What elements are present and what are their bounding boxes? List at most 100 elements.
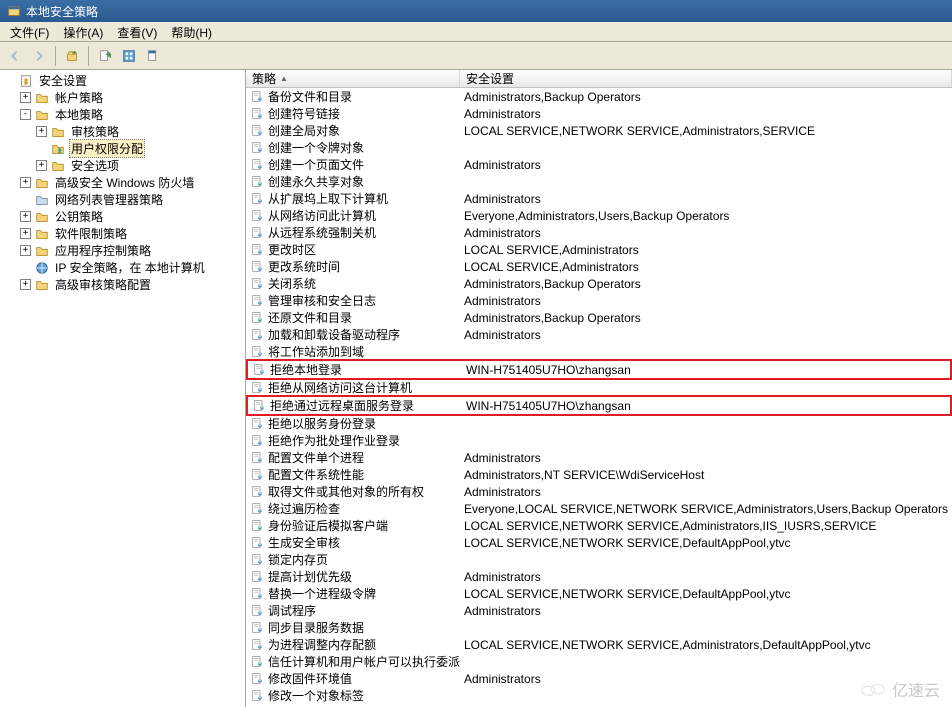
menu-help[interactable]: 帮助(H) [165, 23, 218, 40]
policy-name: 更改时区 [268, 241, 316, 258]
policy-row[interactable]: 生成安全审核LOCAL SERVICE,NETWORK SERVICE,Defa… [246, 534, 952, 551]
up-button[interactable] [61, 45, 83, 67]
tree-expander[interactable]: + [20, 211, 31, 222]
policy-name: 生成安全审核 [268, 534, 340, 551]
policy-row[interactable]: 从网络访问此计算机Everyone,Administrators,Users,B… [246, 207, 952, 224]
policy-row[interactable]: 身份验证后模拟客户端LOCAL SERVICE,NETWORK SERVICE,… [246, 517, 952, 534]
folder-icon [50, 158, 66, 174]
tree-expander[interactable]: + [20, 177, 31, 188]
policy-name-cell: 管理审核和安全日志 [246, 292, 460, 309]
policy-row[interactable]: 从远程系统强制关机Administrators [246, 224, 952, 241]
policy-row[interactable]: 创建符号链接Administrators [246, 105, 952, 122]
tree-item[interactable]: +审核策略 [36, 123, 245, 140]
policy-icon [250, 328, 264, 342]
policy-row[interactable]: 调试程序Administrators [246, 602, 952, 619]
policy-name-cell: 提高计划优先级 [246, 568, 460, 585]
tree-item-label: IP 安全策略，在 本地计算机 [53, 259, 207, 276]
policy-row[interactable]: 创建一个页面文件Administrators [246, 156, 952, 173]
forward-button[interactable] [28, 45, 50, 67]
policy-row[interactable]: 修改一个对象标签 [246, 687, 952, 704]
policy-icon [250, 209, 264, 223]
policy-name-cell: 生成安全审核 [246, 534, 460, 551]
policy-row[interactable]: 配置文件单个进程Administrators [246, 449, 952, 466]
policy-icon [250, 621, 264, 635]
policy-row[interactable]: 拒绝通过远程桌面服务登录WIN-H751405U7HO\zhangsan [248, 397, 950, 414]
policy-row[interactable]: 从扩展坞上取下计算机Administrators [246, 190, 952, 207]
policy-row[interactable]: 锁定内存页 [246, 551, 952, 568]
tree-item[interactable]: IP 安全策略，在 本地计算机 [20, 259, 245, 276]
policy-row[interactable]: 创建永久共享对象 [246, 173, 952, 190]
column-policy[interactable]: 策略 ▲ [246, 70, 460, 87]
refresh-button[interactable] [118, 45, 140, 67]
policy-row[interactable]: 创建一个令牌对象 [246, 139, 952, 156]
tree-item[interactable]: +帐户策略 [20, 89, 245, 106]
policy-row[interactable]: 修改固件环境值Administrators [246, 670, 952, 687]
policy-name-cell: 同步目录服务数据 [246, 619, 460, 636]
tree-root[interactable]: 安全设置 [4, 72, 245, 89]
tree-item-label: 用户权限分配 [69, 139, 145, 158]
policy-row[interactable]: 取得文件或其他对象的所有权Administrators [246, 483, 952, 500]
policy-name-cell: 绕过遍历检查 [246, 500, 460, 517]
tree-expander[interactable]: + [20, 228, 31, 239]
policy-row[interactable]: 同步目录服务数据 [246, 619, 952, 636]
policy-row[interactable]: 更改系统时间LOCAL SERVICE,Administrators [246, 258, 952, 275]
policy-row[interactable]: 管理审核和安全日志Administrators [246, 292, 952, 309]
policy-row[interactable]: 拒绝以服务身份登录 [246, 415, 952, 432]
policy-name-cell: 拒绝作为批处理作业登录 [246, 432, 460, 449]
tree-item[interactable]: 网络列表管理器策略 [20, 191, 245, 208]
policy-row[interactable]: 加载和卸载设备驱动程序Administrators [246, 326, 952, 343]
policy-row[interactable]: 拒绝从网络访问这台计算机 [246, 379, 952, 396]
policy-icon [250, 107, 264, 121]
policy-setting-cell: Administrators [460, 570, 952, 584]
policy-row[interactable]: 拒绝本地登录WIN-H751405U7HO\zhangsan [248, 361, 950, 378]
tree-item[interactable]: +软件限制策略 [20, 225, 245, 242]
help-button[interactable] [142, 45, 164, 67]
highlight-annotation: 拒绝本地登录WIN-H751405U7HO\zhangsan [246, 359, 952, 380]
policy-name: 绕过遍历检查 [268, 500, 340, 517]
policy-row[interactable]: 信任计算机和用户帐户可以执行委派 [246, 653, 952, 670]
policy-row[interactable]: 提高计划优先级Administrators [246, 568, 952, 585]
policy-row[interactable]: 拒绝作为批处理作业登录 [246, 432, 952, 449]
tree-item[interactable]: -本地策略 [20, 106, 245, 123]
policy-row[interactable]: 创建全局对象LOCAL SERVICE,NETWORK SERVICE,Admi… [246, 122, 952, 139]
policy-name-cell: 修改一个对象标签 [246, 687, 460, 704]
policy-name: 身份验证后模拟客户端 [268, 517, 388, 534]
policy-row[interactable]: 绕过遍历检查Everyone,LOCAL SERVICE,NETWORK SER… [246, 500, 952, 517]
tree-expander[interactable]: + [20, 279, 31, 290]
user-rights-icon [50, 141, 66, 157]
policy-row[interactable]: 为进程调整内存配额LOCAL SERVICE,NETWORK SERVICE,A… [246, 636, 952, 653]
tree-view[interactable]: 安全设置 +帐户策略-本地策略+审核策略用户权限分配+安全选项+高级安全 Win… [0, 70, 246, 707]
tree-item[interactable]: +安全选项 [36, 157, 245, 174]
back-button[interactable] [4, 45, 26, 67]
policy-setting-cell: Administrators [460, 672, 952, 686]
policy-list[interactable]: 策略 ▲ 安全设置 备份文件和目录Administrators,Backup O… [246, 70, 952, 707]
column-setting[interactable]: 安全设置 [460, 70, 952, 87]
policy-name: 创建符号链接 [268, 105, 340, 122]
tree-expander[interactable]: - [20, 109, 31, 120]
policy-row[interactable]: 替换一个进程级令牌LOCAL SERVICE,NETWORK SERVICE,D… [246, 585, 952, 602]
policy-row[interactable]: 关闭系统Administrators,Backup Operators [246, 275, 952, 292]
policy-row[interactable]: 配置文件系统性能Administrators,NT SERVICE\WdiSer… [246, 466, 952, 483]
menu-action[interactable]: 操作(A) [57, 23, 109, 40]
policy-row[interactable]: 更改时区LOCAL SERVICE,Administrators [246, 241, 952, 258]
policy-row[interactable]: 将工作站添加到域 [246, 343, 952, 360]
tree-expander[interactable]: + [36, 126, 47, 137]
menu-file[interactable]: 文件(F) [4, 23, 55, 40]
tree-item[interactable]: +高级审核策略配置 [20, 276, 245, 293]
menu-view[interactable]: 查看(V) [111, 23, 163, 40]
tree-item[interactable]: +公钥策略 [20, 208, 245, 225]
policy-icon [250, 226, 264, 240]
tree-item[interactable]: +高级安全 Windows 防火墙 [20, 174, 245, 191]
policy-row[interactable]: 备份文件和目录Administrators,Backup Operators [246, 88, 952, 105]
tree-expander[interactable]: + [20, 245, 31, 256]
tree-expander[interactable]: + [36, 160, 47, 171]
policy-name: 关闭系统 [268, 275, 316, 292]
tree-item[interactable]: 用户权限分配 [36, 140, 245, 157]
export-button[interactable] [94, 45, 116, 67]
tree-expander[interactable]: + [20, 92, 31, 103]
policy-name: 从网络访问此计算机 [268, 207, 376, 224]
policy-row[interactable]: 还原文件和目录Administrators,Backup Operators [246, 309, 952, 326]
policy-setting-cell: Administrators [460, 485, 952, 499]
policy-icon [250, 587, 264, 601]
tree-item[interactable]: +应用程序控制策略 [20, 242, 245, 259]
